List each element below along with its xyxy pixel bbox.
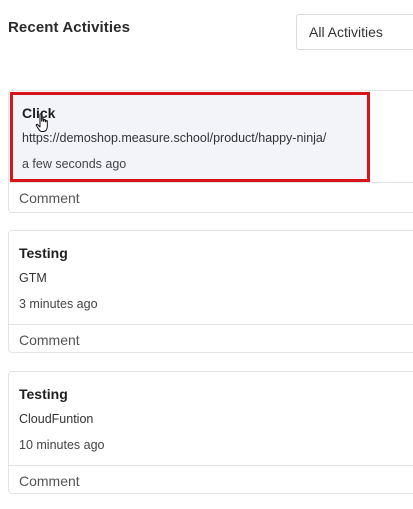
comment-button[interactable]: Comment bbox=[9, 465, 413, 495]
activity-time: 3 minutes ago bbox=[19, 297, 98, 311]
comment-label: Comment bbox=[19, 189, 80, 206]
activity-card-testing-gtm[interactable]: Testing GTM 3 minutes ago Comment bbox=[8, 230, 413, 353]
activity-time: a few seconds ago bbox=[22, 157, 127, 171]
recent-activities-panel: Recent Activities All Activities Comment… bbox=[0, 0, 413, 509]
comment-label: Comment bbox=[19, 472, 80, 489]
activity-description: GTM bbox=[19, 271, 47, 285]
activity-filter-select[interactable]: All Activities bbox=[296, 14, 413, 50]
activity-description: CloudFuntion bbox=[19, 412, 94, 426]
activity-card-testing-cloudfuntion[interactable]: Testing CloudFuntion 10 minutes ago Comm… bbox=[8, 371, 413, 494]
comment-label: Comment bbox=[19, 331, 80, 348]
activity-filter-value: All Activities bbox=[309, 24, 383, 40]
activity-title: Testing bbox=[19, 245, 68, 261]
hand-pointer-icon bbox=[35, 113, 48, 132]
activity-url[interactable]: https://demoshop.measure.school/product/… bbox=[22, 131, 326, 145]
section-title: Recent Activities bbox=[8, 19, 131, 36]
activity-time: 10 minutes ago bbox=[19, 438, 105, 452]
highlight-annotation-box: Click https://demoshop.measure.school/pr… bbox=[10, 92, 370, 182]
activity-title: Testing bbox=[19, 386, 68, 402]
comment-button[interactable]: Comment bbox=[9, 182, 413, 212]
comment-button[interactable]: Comment bbox=[9, 324, 413, 354]
